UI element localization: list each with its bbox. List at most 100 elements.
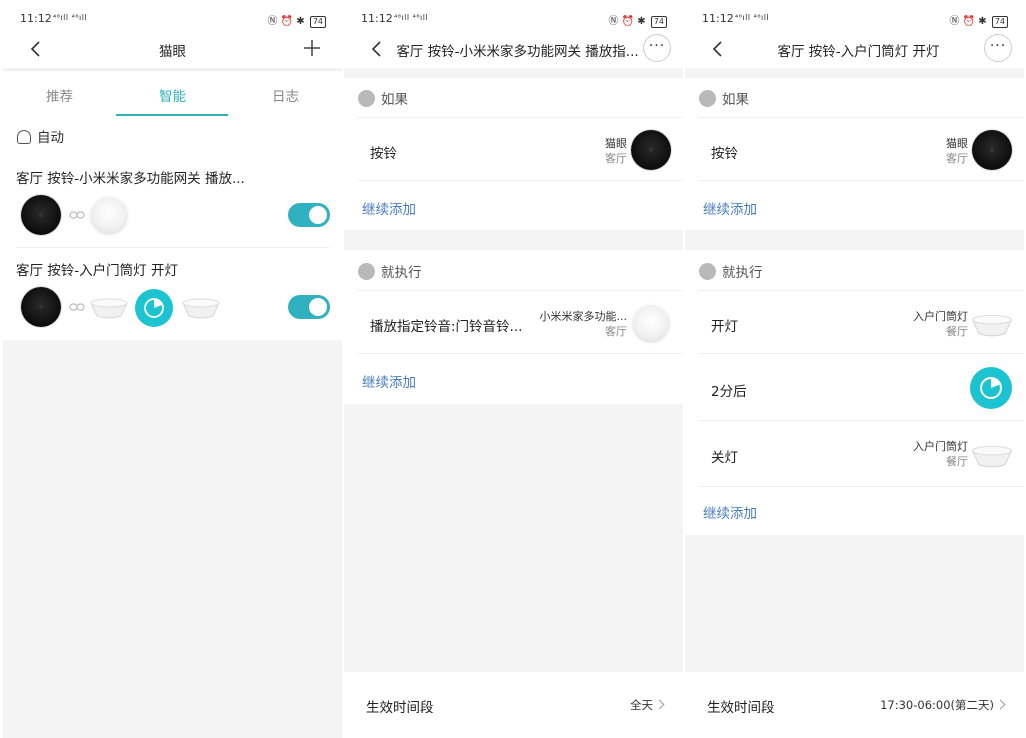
tab-log[interactable]: 日志 xyxy=(229,85,342,105)
scene-detail-screen-gateway: 11:12 ⁴⁶ıll ⁴⁶ıll Ⓝ ⏰ ✱ 74 客厅 按铃-小米米家多功能… xyxy=(344,0,683,738)
arrow-right-icon xyxy=(699,263,716,280)
then-block: 就执行 开灯 入户门筒灯 餐厅 2分后 关灯 入户门筒灯 餐厅 继续添加 xyxy=(685,250,1024,535)
effective-time-value: 全天 xyxy=(630,697,665,713)
condition-device: 猫眼 客厅 xyxy=(605,136,627,166)
action-device: 入户门筒灯餐厅 xyxy=(913,439,968,469)
if-label: 如果 xyxy=(381,92,408,108)
action-label: 播放指定铃音:门铃音铃... xyxy=(370,319,523,335)
action-device: 小米米家多功能... 客厅 xyxy=(540,309,628,339)
device-name: 入户门筒灯 xyxy=(913,440,968,453)
effective-time-value: 17:30-06:00(第二天) xyxy=(880,697,1006,713)
action-label: 关灯 xyxy=(711,450,738,466)
status-icons: Ⓝ ⏰ ✱ 74 xyxy=(949,12,1008,28)
nav-bar: 客厅 按铃-小米米家多功能网关 播放指... ··· xyxy=(344,30,683,68)
section-auto: 自动 xyxy=(17,126,64,146)
scene-toggle[interactable] xyxy=(288,295,330,319)
downlight-icon xyxy=(182,298,220,319)
action-device: 入户门筒灯餐厅 xyxy=(913,309,968,339)
add-icon[interactable] xyxy=(302,38,322,58)
peephole-device-icon xyxy=(972,130,1012,170)
status-time: 11:12 xyxy=(20,12,52,25)
effective-time-row[interactable]: 生效时间段 17:30-06:00(第二天) xyxy=(685,672,1024,738)
downlight-icon xyxy=(971,314,1013,337)
add-action-link[interactable]: 继续添加 xyxy=(703,502,757,522)
robot-icon xyxy=(17,130,31,144)
condition-row[interactable]: 按铃 猫眼客厅 xyxy=(358,117,683,181)
condition-row[interactable]: 按铃 猫眼客厅 xyxy=(699,117,1024,181)
if-label: 如果 xyxy=(722,92,749,108)
condition-label: 按铃 xyxy=(711,146,738,162)
link-icon xyxy=(69,303,85,311)
downlight-icon xyxy=(90,298,128,319)
room-name: 餐厅 xyxy=(946,455,968,468)
room-name: 客厅 xyxy=(605,152,627,165)
device-name: 猫眼 xyxy=(605,137,627,150)
peephole-device-icon xyxy=(21,287,61,327)
if-block: 如果 按铃 猫眼客厅 继续添加 xyxy=(685,78,1024,230)
more-icon[interactable]: ··· xyxy=(984,34,1012,62)
device-name: 入户门筒灯 xyxy=(913,310,968,323)
status-icons: Ⓝ ⏰ ✱ 74 xyxy=(267,12,326,28)
action-row[interactable]: 关灯 入户门筒灯餐厅 xyxy=(699,421,1024,487)
battery-icon: 74 xyxy=(650,16,667,28)
status-time: 11:12 xyxy=(702,12,734,25)
page-title: 客厅 按铃-小米米家多功能网关 播放指... xyxy=(396,44,639,60)
tab-smart[interactable]: 智能 xyxy=(116,85,229,105)
scene-toggle[interactable] xyxy=(288,203,330,227)
battery-icon: 74 xyxy=(991,16,1008,28)
condition-label: 按铃 xyxy=(370,146,397,162)
section-label: 自动 xyxy=(37,130,64,146)
timer-icon xyxy=(970,367,1012,409)
signal-icon: ⁴⁶ıll ⁴⁶ıll xyxy=(735,13,770,22)
then-header: 就执行 xyxy=(699,261,763,281)
scene-item[interactable]: 客厅 按铃-入户门筒灯 开灯 xyxy=(3,248,342,340)
list-icon xyxy=(358,90,375,107)
then-label: 就执行 xyxy=(722,265,763,281)
back-arrow-icon[interactable] xyxy=(27,39,45,59)
more-icon[interactable]: ··· xyxy=(643,34,671,62)
page-title: 猫眼 xyxy=(159,44,186,60)
nav-bar: 客厅 按铃-入户门筒灯 开灯 ··· xyxy=(685,30,1024,68)
if-block: 如果 按铃 猫眼客厅 继续添加 xyxy=(344,78,683,230)
effective-time-row[interactable]: 生效时间段 全天 xyxy=(344,672,683,738)
battery-icon: 74 xyxy=(309,16,326,28)
condition-device: 猫眼 客厅 xyxy=(946,136,968,166)
nav-bar: 猫眼 xyxy=(3,30,342,68)
add-action-link[interactable]: 继续添加 xyxy=(362,371,416,391)
back-arrow-icon[interactable] xyxy=(709,39,727,59)
then-label: 就执行 xyxy=(381,265,422,281)
chevron-right-icon xyxy=(654,699,665,710)
chevron-right-icon xyxy=(995,699,1006,710)
if-header: 如果 xyxy=(358,88,408,108)
scene-item[interactable]: 客厅 按铃-小米米家多功能网关 播放... xyxy=(3,156,342,248)
signal-icon: ⁴⁶ıll ⁴⁶ıll xyxy=(394,13,429,22)
add-condition-link[interactable]: 继续添加 xyxy=(703,198,757,218)
tab-recommend[interactable]: 推荐 xyxy=(3,85,116,105)
signal-icon: ⁴⁶ıll ⁴⁶ıll xyxy=(53,13,88,22)
timer-icon xyxy=(135,289,173,327)
device-name: 猫眼 xyxy=(946,137,968,150)
arrow-right-icon xyxy=(358,263,375,280)
delay-label: 2分后 xyxy=(711,384,747,400)
then-header: 就执行 xyxy=(358,261,422,281)
room-name: 客厅 xyxy=(946,152,968,165)
room-name: 客厅 xyxy=(605,325,627,338)
status-time: 11:12 xyxy=(361,12,393,25)
peephole-device-icon xyxy=(21,195,61,235)
automation-list-screen: 11:12 ⁴⁶ıll ⁴⁶ıll Ⓝ ⏰ ✱ 74 猫眼 推荐 智能 日志 自… xyxy=(3,0,342,738)
gateway-device-icon xyxy=(633,305,669,341)
if-header: 如果 xyxy=(699,88,749,108)
then-block: 就执行 播放指定铃音:门铃音铃... 小米米家多功能... 客厅 继续添加 xyxy=(344,250,683,404)
action-row[interactable]: 播放指定铃音:门铃音铃... 小米米家多功能... 客厅 xyxy=(358,290,683,354)
room-name: 餐厅 xyxy=(946,325,968,338)
scene-title: 客厅 按铃-小米米家多功能网关 播放... xyxy=(16,171,245,187)
peephole-device-icon xyxy=(631,130,671,170)
add-condition-link[interactable]: 继续添加 xyxy=(362,198,416,218)
list-icon xyxy=(699,90,716,107)
back-arrow-icon[interactable] xyxy=(368,39,386,59)
status-icons: Ⓝ ⏰ ✱ 74 xyxy=(608,12,667,28)
action-label: 开灯 xyxy=(711,319,738,335)
scene-detail-screen-light: 11:12 ⁴⁶ıll ⁴⁶ıll Ⓝ ⏰ ✱ 74 客厅 按铃-入户门筒灯 开… xyxy=(685,0,1024,738)
action-row[interactable]: 开灯 入户门筒灯餐厅 xyxy=(699,290,1024,354)
delay-row[interactable]: 2分后 xyxy=(699,355,1024,421)
